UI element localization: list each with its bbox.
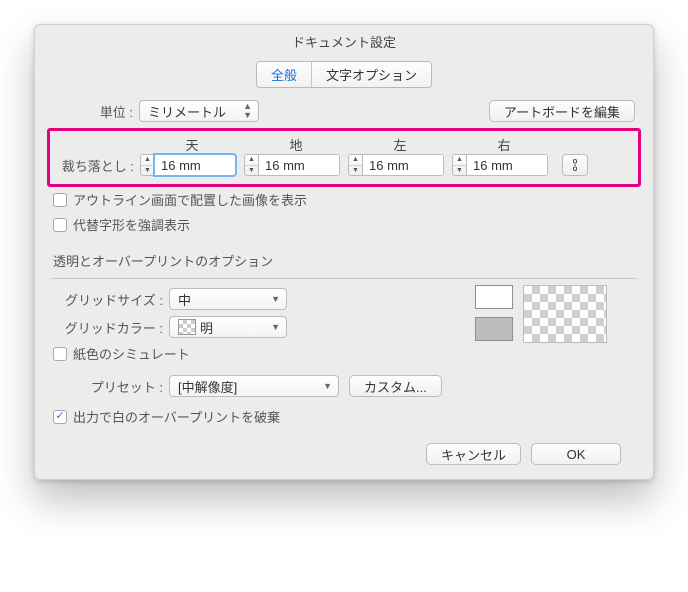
outline-images-label: アウトライン画面で配置した画像を表示 xyxy=(73,190,307,209)
bleed-right-field[interactable]: ▲▼ xyxy=(452,154,552,176)
alt-glyph-label: 代替字形を強調表示 xyxy=(73,215,190,234)
tab-general[interactable]: 全般 xyxy=(257,62,311,87)
preset-label: プリセット : xyxy=(53,377,163,396)
stepper-up-icon[interactable]: ▲ xyxy=(349,155,362,165)
outline-images-checkbox[interactable] xyxy=(53,193,67,207)
stepper-down-icon[interactable]: ▼ xyxy=(245,165,258,176)
stepper-down-icon[interactable]: ▼ xyxy=(453,165,466,176)
chevron-down-icon: ▲▼ xyxy=(243,102,252,120)
alt-glyph-checkbox[interactable] xyxy=(53,218,67,232)
dialog-title: ドキュメント設定 xyxy=(35,25,653,61)
grid-color-white-swatch[interactable] xyxy=(475,285,513,309)
custom-button[interactable]: カスタム... xyxy=(349,375,442,397)
grid-color-value: 明 xyxy=(200,318,213,337)
grid-color-label: グリッドカラー : xyxy=(53,318,163,337)
document-setup-dialog: ドキュメント設定 全般 文字オプション 単位 : ミリメートル ▲▼ アートボー… xyxy=(34,24,654,480)
stepper-up-icon[interactable]: ▲ xyxy=(141,155,154,165)
grid-size-select[interactable]: 中 ▼ xyxy=(169,288,287,310)
discard-white-overprint-checkbox[interactable] xyxy=(53,410,67,424)
stepper-down-icon[interactable]: ▼ xyxy=(349,165,362,176)
grid-size-label: グリッドサイズ : xyxy=(53,290,163,309)
units-select[interactable]: ミリメートル ▲▼ xyxy=(139,100,259,122)
simulate-paper-checkbox[interactable] xyxy=(53,347,67,361)
stepper-down-icon[interactable]: ▼ xyxy=(141,165,154,176)
chevron-down-icon: ▼ xyxy=(271,295,280,304)
tabs: 全般 文字オプション xyxy=(47,61,641,88)
discard-white-overprint-label: 出力で白のオーバープリントを破棄 xyxy=(73,407,280,426)
bleed-right-input[interactable] xyxy=(466,154,548,176)
transparency-preview xyxy=(523,285,607,343)
grid-color-gray-swatch[interactable] xyxy=(475,317,513,341)
chevron-down-icon: ▼ xyxy=(271,323,280,332)
bleed-header-bottom: 地 xyxy=(244,135,348,154)
checker-icon xyxy=(178,319,196,335)
bleed-header-left: 左 xyxy=(348,135,452,154)
bleed-top-input[interactable] xyxy=(154,154,236,176)
ok-button[interactable]: OK xyxy=(531,443,621,465)
bleed-highlight: 天 地 左 右 裁ち落とし : ▲▼ ▲▼ ▲▼ xyxy=(47,128,641,187)
link-bleed-button[interactable] xyxy=(562,154,588,176)
bleed-top-field[interactable]: ▲▼ xyxy=(140,154,240,176)
preset-value: [中解像度] xyxy=(178,377,237,396)
bleed-left-field[interactable]: ▲▼ xyxy=(348,154,448,176)
units-value: ミリメートル xyxy=(148,102,226,121)
grid-color-select[interactable]: 明 ▼ xyxy=(169,316,287,338)
transparency-section-title: 透明とオーバープリントのオプション xyxy=(47,237,641,276)
simulate-paper-label: 紙色のシミュレート xyxy=(73,344,190,363)
bleed-bottom-field[interactable]: ▲▼ xyxy=(244,154,344,176)
stepper-up-icon[interactable]: ▲ xyxy=(453,155,466,165)
grid-size-value: 中 xyxy=(178,290,191,309)
preset-select[interactable]: [中解像度] ▼ xyxy=(169,375,339,397)
bleed-label: 裁ち落とし : xyxy=(56,156,134,175)
bleed-left-input[interactable] xyxy=(362,154,444,176)
units-label: 単位 : xyxy=(53,102,133,121)
bleed-header-right: 右 xyxy=(452,135,556,154)
bleed-bottom-input[interactable] xyxy=(258,154,340,176)
bleed-header-top: 天 xyxy=(140,135,244,154)
edit-artboards-button[interactable]: アートボードを編集 xyxy=(489,100,635,122)
cancel-button[interactable]: キャンセル xyxy=(426,443,521,465)
link-icon xyxy=(570,158,580,172)
chevron-down-icon: ▼ xyxy=(323,382,332,391)
tab-type[interactable]: 文字オプション xyxy=(311,62,431,87)
stepper-up-icon[interactable]: ▲ xyxy=(245,155,258,165)
divider xyxy=(51,278,637,279)
